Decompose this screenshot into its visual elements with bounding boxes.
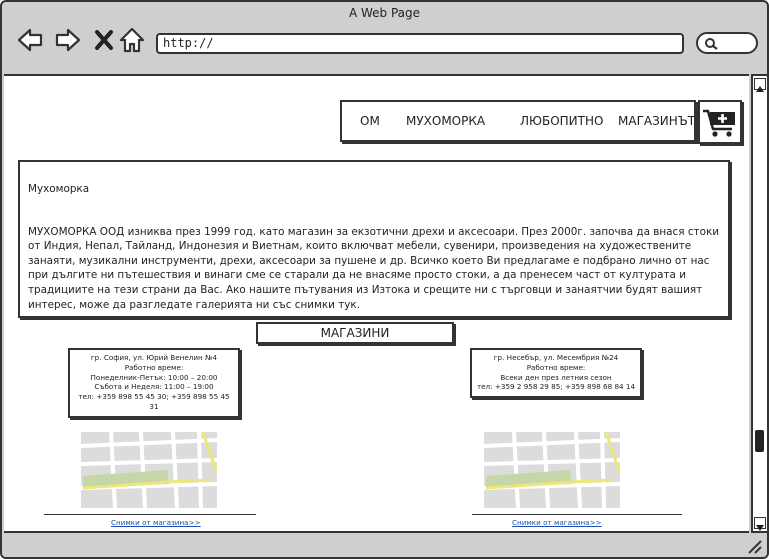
home-button[interactable]	[118, 26, 146, 54]
store-phone: тел: +359 898 55 45 30; +359 898 55 45 3…	[78, 392, 230, 411]
address-bar[interactable]: http://	[156, 33, 684, 54]
about-text: МУХОМОРКА ООД изниква през 1999 год. кат…	[28, 225, 719, 311]
stores-heading: МАГАЗИНИ	[256, 322, 454, 344]
close-x-icon	[95, 30, 113, 50]
store-divider	[472, 514, 682, 515]
search-icon	[705, 38, 718, 50]
main-menu: ОМ МУХОМОРКА ЛЮБОПИТНО МАГАЗИНЪТ	[340, 100, 696, 142]
store-map-sofia[interactable]	[81, 432, 217, 508]
window-title: A Web Page	[348, 6, 421, 20]
scroll-up-arrow[interactable]	[754, 78, 766, 92]
status-bar	[2, 535, 767, 557]
store-hours-weekdays: Понеделник-Петък: 10:00 – 20:00	[90, 372, 218, 382]
store-divider	[44, 514, 256, 515]
forward-button[interactable]	[54, 26, 82, 54]
store-address: гр. София, ул. Юрий Венелин №4	[90, 353, 218, 362]
about-panel: Мухоморка МУХОМОРКА ООД изниква през 199…	[18, 160, 730, 318]
home-icon	[119, 27, 145, 53]
cart-add-icon	[703, 109, 735, 137]
resize-grip-icon[interactable]	[747, 540, 763, 554]
page-viewport: ОМ МУХОМОРКА ЛЮБОПИТНО МАГАЗИНЪТ Мухомор…	[4, 74, 749, 533]
triangle-down-icon	[756, 525, 764, 531]
back-arrow-icon	[17, 28, 43, 52]
menu-item-muhomorka[interactable]: МУХОМОРКА	[406, 114, 485, 128]
store-address: гр. Несебър, ул. Месембрия №24	[493, 353, 619, 362]
store-hours-season: Всеки ден през летния сезон	[500, 372, 612, 382]
browser-window: A Web Page http:// ОМ МУХОМОРКА ЛЮБОПИТН…	[0, 0, 769, 559]
triangle-up-icon	[756, 86, 764, 92]
cart-button[interactable]	[698, 100, 742, 144]
menu-item-om[interactable]: ОМ	[360, 114, 380, 128]
scroll-thumb[interactable]	[755, 430, 764, 452]
browser-toolbar: http://	[2, 24, 767, 72]
store-map-nesebar[interactable]	[484, 432, 620, 508]
menu-item-magazinat[interactable]: МАГАЗИНЪТ	[618, 114, 695, 128]
vertical-scrollbar[interactable]	[751, 74, 767, 533]
store-hours-label: Работно време:	[526, 362, 586, 372]
store-hours-weekend: Събота и Неделя: 11:00 – 19:00	[94, 382, 214, 392]
stop-button[interactable]	[90, 26, 118, 54]
store-photos-link-nesebar[interactable]: Снимки от магазина>>	[512, 518, 602, 527]
store-phone: тел: +359 2 958 29 85; +359 898 68 84 14	[476, 382, 636, 392]
search-field[interactable]	[696, 32, 758, 54]
menu-item-lyubopitno[interactable]: ЛЮБОПИТНО	[520, 114, 603, 128]
store-card-nesebar: гр. Несебър, ул. Месембрия №24 Работно в…	[470, 348, 642, 399]
scroll-down-arrow[interactable]	[754, 517, 766, 531]
store-card-sofia: гр. София, ул. Юрий Венелин №4 Работно в…	[68, 348, 240, 418]
about-title: Мухоморка	[28, 183, 90, 195]
forward-arrow-icon	[55, 28, 81, 52]
store-photos-link-sofia[interactable]: Снимки от магазина>>	[111, 518, 201, 527]
store-hours-label: Работно време:	[124, 362, 184, 372]
back-button[interactable]	[16, 26, 44, 54]
